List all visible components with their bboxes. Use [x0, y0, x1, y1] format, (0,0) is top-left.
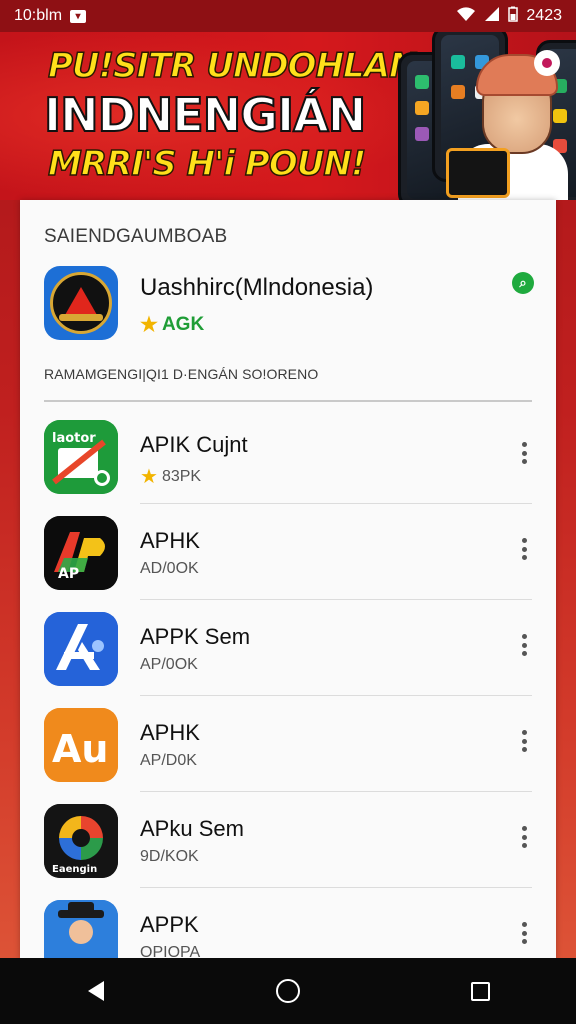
app-meta-text: 9D/KOK — [140, 848, 199, 865]
star-icon: ★ — [140, 314, 158, 336]
list-item[interactable]: AP APHK AD/0OK — [20, 504, 556, 600]
banner-phones-illustration — [396, 32, 576, 200]
featured-app-rating: ★ AGK — [140, 312, 204, 337]
app-meta: ★ 83PK — [140, 464, 201, 489]
app-name: APIK Cujnt — [140, 432, 248, 457]
app-icon-text: Au — [52, 727, 108, 771]
status-carrier-text: 10:blm — [14, 7, 63, 24]
featured-rating-label: AGK — [161, 313, 205, 335]
app-icon-text: laotor — [52, 431, 96, 446]
battery-icon — [508, 6, 519, 27]
featured-app-name: Uashhirc(Mlndonesia) — [140, 274, 374, 301]
status-time: 2423 — [526, 7, 562, 24]
divider — [44, 400, 532, 402]
orange-a-logo-icon: Au — [44, 708, 118, 782]
app-list-card: SAIENDGAUMBOAB Uashhirc(Mlndonesia) ★ AG… — [20, 200, 556, 974]
recent-apps-icon[interactable] — [460, 971, 500, 1011]
star-icon: ★ — [140, 466, 158, 488]
notification-icon: ▾ — [70, 9, 87, 23]
app-meta-text: AP/D0K — [140, 752, 197, 769]
promo-banner[interactable]: PU!SITR UNDOHLAN INDNENGIÁN MRRI'S H'i P… — [0, 32, 576, 200]
app-name: APku Sem — [140, 816, 244, 841]
list-item[interactable]: Au APHK AP/D0K — [20, 696, 556, 792]
banner-badge-icon[interactable] — [534, 50, 560, 76]
app-meta-text: AP/0OK — [140, 656, 198, 673]
colorful-ring-icon: Eaengin — [44, 804, 118, 878]
app-name: APPK — [140, 912, 199, 937]
app-name: APPK Sem — [140, 624, 251, 649]
more-options-icon[interactable] — [520, 634, 528, 656]
more-options-icon[interactable] — [520, 922, 528, 944]
list-item[interactable]: Eaengin APku Sem 9D/KOK — [20, 792, 556, 888]
subsection-title: RAMAMGENGI|QI1 D·ENGÁN SO!ORENO — [44, 366, 319, 382]
home-icon[interactable] — [268, 971, 308, 1011]
list-item[interactable]: APPK Sem AP/0OK — [20, 600, 556, 696]
app-meta: AP/0OK — [140, 656, 198, 674]
app-meta-text: 83PK — [161, 467, 202, 485]
section-title: SAIENDGAUMBOAB — [44, 226, 228, 247]
app-icon-text: AP — [58, 566, 79, 582]
app-name: APHK — [140, 720, 200, 745]
app-meta-text: AD/0OK — [140, 560, 199, 577]
more-options-icon[interactable] — [520, 730, 528, 752]
shield-emblem-icon — [44, 266, 118, 340]
more-options-icon[interactable] — [520, 538, 528, 560]
blue-a-logo-icon — [44, 612, 118, 686]
more-options-icon[interactable] — [520, 442, 528, 464]
status-bar: 10:blm ▾ 2423 — [0, 0, 576, 32]
app-icon-text: Eaengin — [52, 864, 97, 875]
banner-headline-2: INDNENGIÁN — [43, 87, 367, 143]
more-options-icon[interactable] — [520, 826, 528, 848]
signal-icon — [484, 6, 500, 27]
banner-headline-3: MRRI'S H'i POUN! — [47, 143, 367, 185]
featured-app[interactable]: Uashhirc(Mlndonesia) ★ AGK ⌕ — [44, 266, 534, 342]
ap-logo-icon: AP — [44, 516, 118, 590]
app-name: APHK — [140, 528, 200, 553]
back-icon[interactable] — [76, 971, 116, 1011]
app-meta: 9D/KOK — [140, 848, 199, 866]
wifi-icon — [456, 6, 476, 27]
app-meta: AP/D0K — [140, 752, 197, 770]
app-meta: AD/0OK — [140, 560, 199, 578]
banner-headline-1: PU!SITR UNDOHLAN — [47, 45, 418, 87]
system-nav-bar — [0, 958, 576, 1024]
search-icon[interactable]: ⌕ — [512, 272, 534, 294]
whistle-app-icon: laotor — [44, 420, 118, 494]
list-item[interactable]: laotor APIK Cujnt ★ 83PK — [20, 408, 556, 504]
handheld-phone-icon — [446, 148, 510, 198]
